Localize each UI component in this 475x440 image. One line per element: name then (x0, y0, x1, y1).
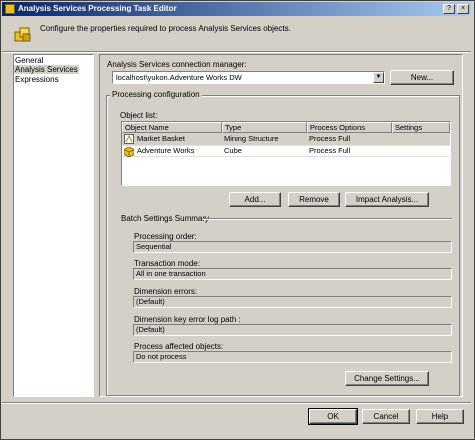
title-bar[interactable]: Analysis Services Processing Task Editor… (2, 2, 471, 16)
transaction-mode-label: Transaction mode: (134, 259, 200, 268)
processing-order-value: Sequential (133, 241, 452, 253)
row-object-name: Adventure Works (137, 146, 195, 155)
dialog-header: Configure the properties required to pro… (2, 17, 471, 53)
row-process-option[interactable]: Process Full (309, 133, 350, 145)
connection-value: localhost\yukon.Adventure Works DW (116, 73, 242, 82)
help-button[interactable]: Help (416, 409, 464, 424)
window-title: Analysis Services Processing Task Editor (18, 4, 177, 13)
nav-item-general[interactable]: General (14, 56, 44, 65)
ok-button[interactable]: OK (308, 408, 358, 425)
impact-analysis-button[interactable]: Impact Analysis... (345, 192, 429, 207)
processing-order-label: Processing order: (134, 232, 197, 241)
help-title-button[interactable]: ? (443, 4, 455, 14)
add-button[interactable]: Add... (229, 192, 281, 207)
connection-combo[interactable]: localhost\yukon.Adventure Works DW ▼ (112, 71, 385, 84)
column-header-object-name[interactable]: Object Name (122, 122, 222, 133)
nav-item-analysis-services[interactable]: Analysis Services (14, 65, 79, 74)
object-list-grid[interactable]: Object Name Type Process Options Setting… (121, 121, 451, 186)
change-settings-button[interactable]: Change Settings... (345, 371, 429, 386)
column-header-process-options[interactable]: Process Options (307, 122, 392, 133)
row-type: Cube (224, 146, 242, 155)
dimension-errors-label: Dimension errors: (134, 287, 198, 296)
process-affected-label: Process affected objects: (134, 342, 224, 351)
row-type: Mining Structure (224, 134, 279, 143)
row-process-option[interactable]: Process Full (309, 145, 350, 157)
dimension-key-error-log-label: Dimension key error log path : (134, 315, 241, 324)
batch-settings-label: Batch Settings Summary (121, 214, 210, 223)
cancel-button[interactable]: Cancel (362, 409, 410, 424)
new-connection-button[interactable]: New... (390, 70, 454, 85)
table-row[interactable]: Market Basket Mining Structure Process F… (122, 133, 450, 145)
mining-structure-icon (124, 134, 134, 144)
remove-button[interactable]: Remove (288, 192, 340, 207)
close-icon[interactable]: × (457, 4, 469, 14)
footer-divider (2, 402, 471, 404)
processing-task-icon (14, 27, 31, 42)
table-row[interactable]: Adventure Works Cube Process Full (122, 145, 450, 157)
transaction-mode-value: All in one transaction (133, 268, 452, 280)
processing-config-label: Processing configuration (110, 90, 202, 99)
cube-icon (124, 147, 134, 157)
column-header-settings[interactable]: Settings (392, 122, 450, 133)
chevron-down-icon[interactable]: ▼ (373, 72, 384, 83)
navigation-pane (13, 54, 94, 397)
process-affected-value: Do not process (133, 351, 452, 363)
connection-label: Analysis Services connection manager: (107, 60, 247, 69)
header-divider (2, 51, 471, 53)
dimension-key-error-log-value: (Default) (133, 324, 452, 336)
batch-divider (203, 218, 452, 220)
object-list-label: Object list: (120, 111, 158, 120)
dimension-errors-value: (Default) (133, 296, 452, 308)
nav-item-expressions[interactable]: Expressions (14, 75, 60, 84)
column-header-type[interactable]: Type (222, 122, 307, 133)
header-description: Configure the properties required to pro… (40, 24, 291, 33)
app-icon (5, 4, 15, 14)
row-object-name: Market Basket (137, 134, 185, 143)
